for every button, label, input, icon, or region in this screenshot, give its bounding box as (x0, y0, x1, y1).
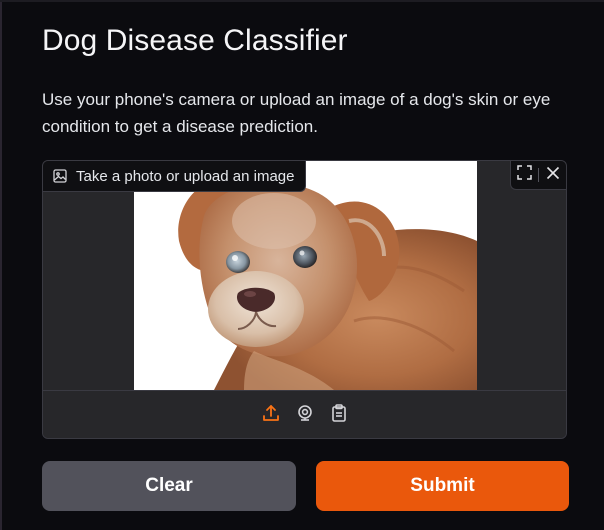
image-panel-controls (510, 161, 566, 190)
image-icon (53, 169, 67, 183)
webcam-button[interactable] (294, 405, 316, 427)
uploaded-dog-image (134, 161, 477, 390)
image-input-label: Take a photo or upload an image (43, 161, 306, 192)
fullscreen-button[interactable] (511, 161, 538, 189)
window-left-border (0, 0, 2, 530)
clear-button[interactable]: Clear (42, 461, 296, 511)
image-source-toolbar (43, 390, 566, 438)
upload-button[interactable] (260, 405, 282, 427)
fullscreen-icon (517, 165, 532, 185)
clipboard-button[interactable] (328, 404, 350, 427)
image-input-panel[interactable]: Take a photo or upload an image (42, 160, 567, 439)
clipboard-icon (330, 404, 348, 427)
close-icon (546, 166, 560, 185)
page-description: Use your phone's camera or upload an ima… (42, 90, 551, 136)
upload-icon (262, 404, 280, 427)
close-button[interactable] (539, 161, 566, 189)
submit-button[interactable]: Submit (316, 461, 569, 511)
window-top-border (0, 0, 604, 2)
image-input-label-text: Take a photo or upload an image (76, 167, 295, 185)
page-title: Dog Disease Classifier (42, 24, 348, 57)
webcam-icon (296, 404, 314, 427)
